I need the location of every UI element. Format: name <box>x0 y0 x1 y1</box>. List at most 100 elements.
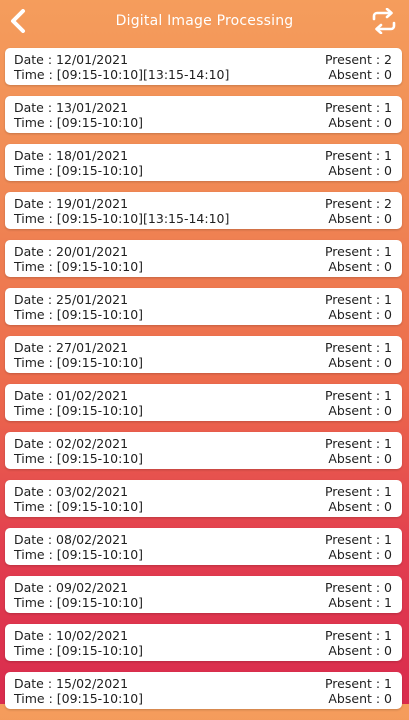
absent-label: Absent : <box>328 115 385 130</box>
card-left: Date : 09/02/2021 Time : [09:15-10:10] <box>14 580 143 610</box>
absent-line: Absent : 0 <box>325 163 392 178</box>
time-value: [09:15-10:10] <box>56 595 144 610</box>
attendance-list: Date : 12/01/2021 Time : [09:15-10:10][13… <box>5 48 402 720</box>
present-label: Present : <box>324 388 385 403</box>
absent-count: 0 <box>384 163 392 178</box>
absent-count: 0 <box>384 259 392 274</box>
present-line: Present : 0 <box>325 580 392 595</box>
time-label: Time : <box>14 499 57 514</box>
attendance-card[interactable]: Date : 12/01/2021 Time : [09:15-10:10][13… <box>5 48 402 85</box>
absent-count: 0 <box>384 451 392 466</box>
card-left: Date : 12/01/2021 Time : [09:15-10:10][13… <box>14 52 229 82</box>
present-label: Present : <box>324 292 385 307</box>
attendance-card[interactable]: Date : 19/01/2021 Time : [09:15-10:10][13… <box>5 192 402 229</box>
attendance-card[interactable]: Date : 18/01/2021 Time : [09:15-10:10] Pre… <box>5 144 402 181</box>
absent-line: Absent : 0 <box>325 115 392 130</box>
date-line: Date : 02/02/2021 <box>14 436 143 451</box>
attendance-card[interactable]: Date : 13/01/2021 Time : [09:15-10:10] Pre… <box>5 96 402 133</box>
time-label: Time : <box>14 115 57 130</box>
absent-line: Absent : 1 <box>325 595 392 610</box>
date-line: Date : 08/02/2021 <box>14 532 143 547</box>
attendance-card[interactable]: Date : 25/01/2021 Time : [09:15-10:10] Pre… <box>5 288 402 325</box>
date-label: Date : <box>14 676 57 691</box>
present-line: Present : 2 <box>325 196 392 211</box>
absent-count: 0 <box>384 643 392 658</box>
card-right: Present : 1 Absent : 0 <box>325 340 392 370</box>
date-label: Date : <box>14 388 57 403</box>
absent-label: Absent : <box>328 499 385 514</box>
card-right: Present : 1 Absent : 0 <box>325 148 392 178</box>
time-value: [09:15-10:10] <box>56 403 144 418</box>
present-line: Present : 1 <box>325 436 392 451</box>
attendance-card[interactable]: Date : 15/02/2021 Time : [09:15-10:10] Pre… <box>5 672 402 709</box>
time-value: [09:15-10:10] <box>56 307 144 322</box>
absent-label: Absent : <box>328 547 385 562</box>
present-count: 1 <box>384 100 392 115</box>
time-value: [09:15-10:10] <box>56 547 144 562</box>
date-line: Date : 19/01/2021 <box>14 196 229 211</box>
time-label: Time : <box>14 547 57 562</box>
time-value: [09:15-10:10] <box>56 355 144 370</box>
date-value: 01/02/2021 <box>56 388 129 403</box>
date-value: 25/01/2021 <box>56 292 129 307</box>
time-value: [09:15-10:10] <box>56 499 144 514</box>
absent-label: Absent : <box>328 595 385 610</box>
card-right: Present : 1 Absent : 0 <box>325 292 392 322</box>
present-label: Present : <box>324 580 385 595</box>
present-line: Present : 1 <box>325 484 392 499</box>
time-label: Time : <box>14 355 57 370</box>
absent-label: Absent : <box>328 211 385 226</box>
present-count: 1 <box>384 388 392 403</box>
present-label: Present : <box>324 628 385 643</box>
card-left: Date : 19/01/2021 Time : [09:15-10:10][13… <box>14 196 229 226</box>
date-value: 18/01/2021 <box>56 148 129 163</box>
absent-line: Absent : 0 <box>325 211 392 226</box>
time-value: [09:15-10:10] <box>56 643 144 658</box>
attendance-card[interactable]: Date : 27/01/2021 Time : [09:15-10:10] Pre… <box>5 336 402 373</box>
present-label: Present : <box>324 484 385 499</box>
present-label: Present : <box>324 676 385 691</box>
attendance-card[interactable]: Date : 03/02/2021 Time : [09:15-10:10] Pre… <box>5 480 402 517</box>
attendance-card[interactable]: Date : 01/02/2021 Time : [09:15-10:10] Pre… <box>5 384 402 421</box>
attendance-card[interactable]: Date : 09/02/2021 Time : [09:15-10:10] Pre… <box>5 576 402 613</box>
absent-label: Absent : <box>328 163 385 178</box>
time-value: [09:15-10:10][13:15-14:10] <box>56 211 230 226</box>
time-line: Time : [09:15-10:10] <box>14 259 143 274</box>
time-label: Time : <box>14 67 57 82</box>
card-right: Present : 1 Absent : 0 <box>325 628 392 658</box>
present-label: Present : <box>324 532 385 547</box>
time-line: Time : [09:15-10:10] <box>14 595 143 610</box>
date-label: Date : <box>14 292 57 307</box>
date-value: 12/01/2021 <box>56 52 129 67</box>
time-line: Time : [09:15-10:10] <box>14 451 143 466</box>
time-value: [09:15-10:10] <box>56 259 144 274</box>
date-label: Date : <box>14 340 57 355</box>
time-line: Time : [09:15-10:10] <box>14 499 143 514</box>
present-line: Present : 1 <box>325 148 392 163</box>
card-left: Date : 10/02/2021 Time : [09:15-10:10] <box>14 628 143 658</box>
page-title: Digital Image Processing <box>115 13 294 29</box>
time-line: Time : [09:15-10:10] <box>14 547 143 562</box>
present-line: Present : 1 <box>325 100 392 115</box>
absent-line: Absent : 0 <box>325 259 392 274</box>
attendance-card[interactable]: Date : 02/02/2021 Time : [09:15-10:10] Pre… <box>5 432 402 469</box>
attendance-card[interactable]: Date : 08/02/2021 Time : [09:15-10:10] Pre… <box>5 528 402 565</box>
date-value: 10/02/2021 <box>56 628 129 643</box>
card-right: Present : 0 Absent : 1 <box>325 580 392 610</box>
present-line: Present : 1 <box>325 244 392 259</box>
card-left: Date : 25/01/2021 Time : [09:15-10:10] <box>14 292 143 322</box>
present-count: 1 <box>384 532 392 547</box>
time-label: Time : <box>14 259 57 274</box>
date-line: Date : 15/02/2021 <box>14 676 143 691</box>
absent-label: Absent : <box>328 67 385 82</box>
date-value: 08/02/2021 <box>56 532 129 547</box>
attendance-card[interactable]: Date : 20/01/2021 Time : [09:15-10:10] Pre… <box>5 240 402 277</box>
refresh-button[interactable] <box>369 7 399 37</box>
date-line: Date : 25/01/2021 <box>14 292 143 307</box>
attendance-card[interactable]: Date : 10/02/2021 Time : [09:15-10:10] Pre… <box>5 624 402 661</box>
present-label: Present : <box>324 244 385 259</box>
time-value: [09:15-10:10] <box>56 163 144 178</box>
card-right: Present : 1 Absent : 0 <box>325 244 392 274</box>
card-left: Date : 13/01/2021 Time : [09:15-10:10] <box>14 100 143 130</box>
absent-line: Absent : 0 <box>325 451 392 466</box>
